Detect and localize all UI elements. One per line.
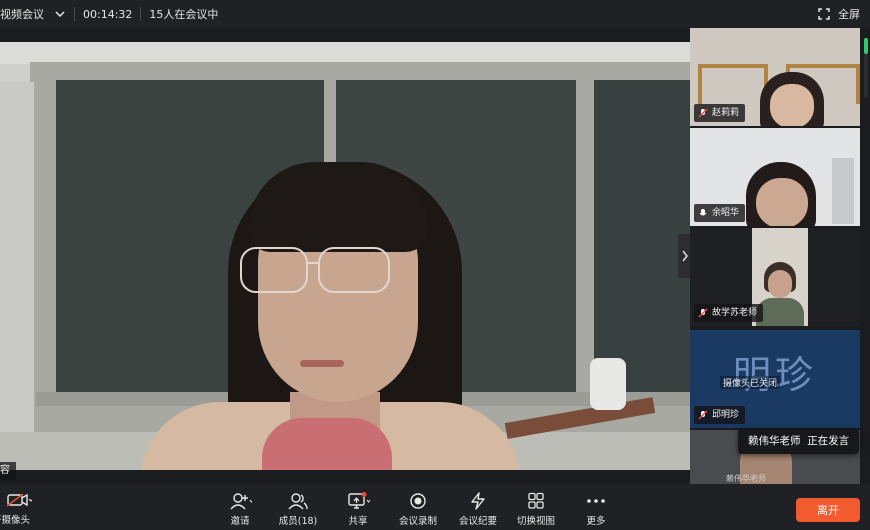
video-background (0, 42, 690, 64)
participant-tile[interactable]: 故学苏老师 (690, 228, 860, 326)
grid-view-icon (524, 492, 548, 510)
record-label: 会议录制 (398, 516, 437, 527)
meeting-app: 视频会议 00:14:32 15人在会议中 全屏 容 赵莉莉 余昭华 故学苏老师… (0, 0, 870, 530)
video-background (0, 82, 34, 470)
participant-name: 赖伟华老师 (726, 474, 766, 483)
participant-name: 邱明珍 (712, 410, 740, 420)
video-background (590, 358, 626, 410)
speaker-name: 赖伟华老师 (748, 435, 801, 447)
record-icon (406, 492, 430, 510)
members-label: 成员(18) (278, 516, 318, 527)
minutes-label: 会议纪要 (458, 516, 497, 527)
participant-figure (770, 84, 814, 126)
participant-label: 赵莉莉 (694, 104, 746, 122)
participant-tile[interactable]: 明珍 摄像头已关闭 邱明珍 (690, 330, 860, 428)
chevron-down-icon[interactable] (54, 8, 66, 20)
fullscreen-icon (818, 8, 830, 20)
camera-off-text: 摄像头已关闭 (720, 376, 781, 389)
members-button[interactable]: 成员(18) (266, 484, 330, 530)
invite-icon (228, 492, 252, 510)
participant-label: 故学苏老师 (694, 304, 764, 322)
participant-figure (768, 270, 792, 298)
speaker-figure (300, 360, 344, 367)
scrollbar-thumb[interactable] (864, 38, 868, 54)
speaker-status: 正在发言 (807, 435, 850, 447)
video-background (832, 158, 854, 224)
participant-tile[interactable]: 赵莉莉 (690, 28, 860, 126)
speaker-figure (240, 247, 308, 293)
share-screen-icon (346, 492, 370, 510)
participant-sidebar: 赵莉莉 余昭华 故学苏老师 明珍 摄像头已关闭 邱明珍 赖伟华老师 (690, 28, 870, 486)
more-icon (584, 492, 608, 510)
camera-off-icon (6, 493, 32, 507)
speaker-figure (262, 418, 392, 470)
participant-name: 赵莉莉 (712, 108, 740, 118)
minutes-button[interactable]: 会议纪要 (446, 484, 510, 530)
mic-muted-icon (698, 308, 708, 318)
active-speaker-banner: 赖伟华老师 正在发言 (738, 428, 860, 454)
mic-muted-icon (698, 108, 708, 118)
chevron-right-icon (682, 250, 688, 262)
fullscreen-button[interactable]: 全屏 (818, 0, 860, 28)
speaker-figure (248, 162, 428, 252)
speaker-figure (306, 262, 320, 264)
share-button[interactable]: 共享 (326, 484, 390, 530)
divider (140, 7, 142, 21)
record-button[interactable]: 会议录制 (386, 484, 450, 530)
video-background (698, 64, 768, 104)
more-label: 更多 (586, 516, 606, 527)
video-background (594, 80, 690, 400)
divider (74, 7, 75, 21)
camera-label: 开摄像头 (0, 515, 31, 526)
members-icon (286, 492, 310, 510)
minutes-icon (466, 492, 490, 510)
avatar-text: 明珍 (732, 353, 817, 397)
camera-button[interactable]: 开摄像头 (0, 484, 40, 530)
fullscreen-label: 全屏 (838, 8, 860, 21)
switch-view-label: 切换视图 (516, 516, 555, 527)
participant-figure (756, 298, 804, 326)
participant-figure (756, 178, 808, 226)
more-button[interactable]: 更多 (564, 484, 628, 530)
top-bar: 视频会议 00:14:32 15人在会议中 全屏 (0, 0, 870, 28)
participant-tile[interactable]: 余昭华 (690, 128, 860, 226)
bottom-toolbar: 开摄像头 邀请 成员(18) 共享 会议录制 (0, 484, 870, 530)
invite-label: 邀请 (230, 516, 250, 527)
main-video[interactable] (0, 42, 690, 470)
speaker-figure (318, 247, 390, 293)
meeting-title[interactable]: 视频会议 (0, 6, 44, 22)
meeting-timer: 00:14:32 (83, 7, 133, 21)
invite-button[interactable]: 邀请 (208, 484, 272, 530)
main-video-name-tag: 容 (0, 462, 16, 480)
participant-label: 邱明珍 (694, 406, 746, 424)
participant-name: 故学苏老师 (712, 308, 758, 318)
participant-label: 余昭华 (694, 204, 746, 222)
share-label: 共享 (348, 516, 368, 527)
participant-name: 余昭华 (712, 208, 740, 218)
leave-button[interactable]: 离开 (796, 498, 860, 522)
mic-icon (699, 209, 707, 216)
mic-muted-icon (698, 410, 708, 420)
switch-view-button[interactable]: 切换视图 (504, 484, 568, 530)
participant-count: 15人在会议中 (149, 8, 219, 21)
